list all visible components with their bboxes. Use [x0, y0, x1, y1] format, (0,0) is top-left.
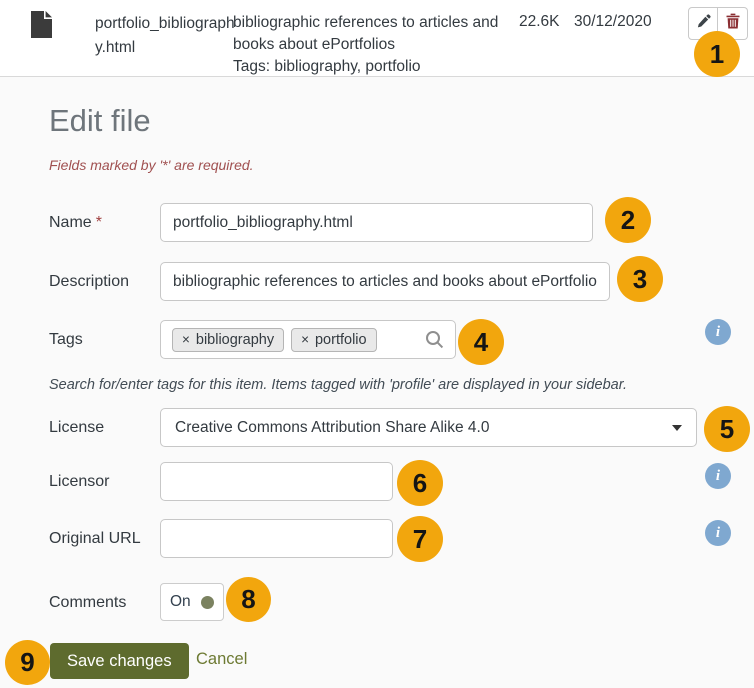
tag-label: portfolio	[315, 332, 367, 348]
tags-info-icon[interactable]: i	[705, 319, 731, 345]
step-badge-6: 6	[397, 460, 443, 506]
tags-label: Tags	[49, 320, 83, 359]
step-badge-1: 1	[694, 31, 740, 77]
save-changes-button[interactable]: Save changes	[50, 643, 189, 679]
description-label: Description	[49, 262, 129, 301]
tag-label: bibliography	[196, 332, 274, 348]
file-description: bibliographic references to articles and…	[233, 12, 513, 56]
step-badge-7: 7	[397, 516, 443, 562]
license-select[interactable]: Creative Commons Attribution Share Alike…	[160, 408, 697, 447]
file-tags-line: Tags: bibliography, portfolio	[233, 56, 513, 78]
page-title: Edit file	[49, 103, 151, 139]
step-badge-3: 3	[617, 256, 663, 302]
required-fields-note: Fields marked by '*' are required.	[49, 157, 254, 173]
license-selected-value: Creative Commons Attribution Share Alike…	[175, 419, 489, 437]
original-url-label: Original URL	[49, 519, 141, 558]
description-input[interactable]	[160, 262, 610, 301]
tag-chip-portfolio: × portfolio	[291, 328, 376, 352]
search-icon[interactable]	[425, 330, 444, 349]
license-label: License	[49, 408, 104, 447]
comments-label: Comments	[49, 583, 126, 622]
name-input[interactable]	[160, 203, 593, 242]
step-badge-2: 2	[605, 197, 651, 243]
licensor-label: Licensor	[49, 462, 109, 501]
cancel-link[interactable]: Cancel	[196, 650, 247, 669]
chevron-down-icon	[672, 425, 682, 431]
step-badge-8: 8	[226, 577, 271, 622]
toggle-state-label: On	[170, 593, 191, 611]
step-badge-5: 5	[704, 406, 750, 452]
toggle-knob	[201, 596, 214, 609]
file-icon	[31, 11, 52, 43]
trash-icon	[726, 13, 740, 34]
step-badge-4: 4	[458, 319, 504, 365]
original-url-info-icon[interactable]: i	[705, 520, 731, 546]
original-url-input[interactable]	[160, 519, 393, 558]
file-size: 22.6K	[519, 13, 560, 31]
name-label: Name*	[49, 203, 102, 242]
licensor-info-icon[interactable]: i	[705, 463, 731, 489]
edit-file-page: portfolio_bibliography.html bibliographi…	[0, 0, 754, 688]
tags-input[interactable]: × bibliography × portfolio	[160, 320, 456, 359]
comments-toggle[interactable]: On	[160, 583, 224, 621]
licensor-input[interactable]	[160, 462, 393, 501]
tags-help-text: Search for/enter tags for this item. Ite…	[49, 377, 627, 393]
step-badge-9: 9	[5, 640, 50, 685]
remove-tag-icon[interactable]: ×	[182, 332, 190, 347]
tag-chip-bibliography: × bibliography	[172, 328, 284, 352]
remove-tag-icon[interactable]: ×	[301, 332, 309, 347]
pencil-icon	[696, 14, 711, 34]
file-description-block: bibliographic references to articles and…	[233, 12, 513, 78]
file-date: 30/12/2020	[574, 13, 652, 31]
required-marker: *	[96, 214, 102, 231]
file-name: portfolio_bibliography.html	[95, 12, 239, 60]
